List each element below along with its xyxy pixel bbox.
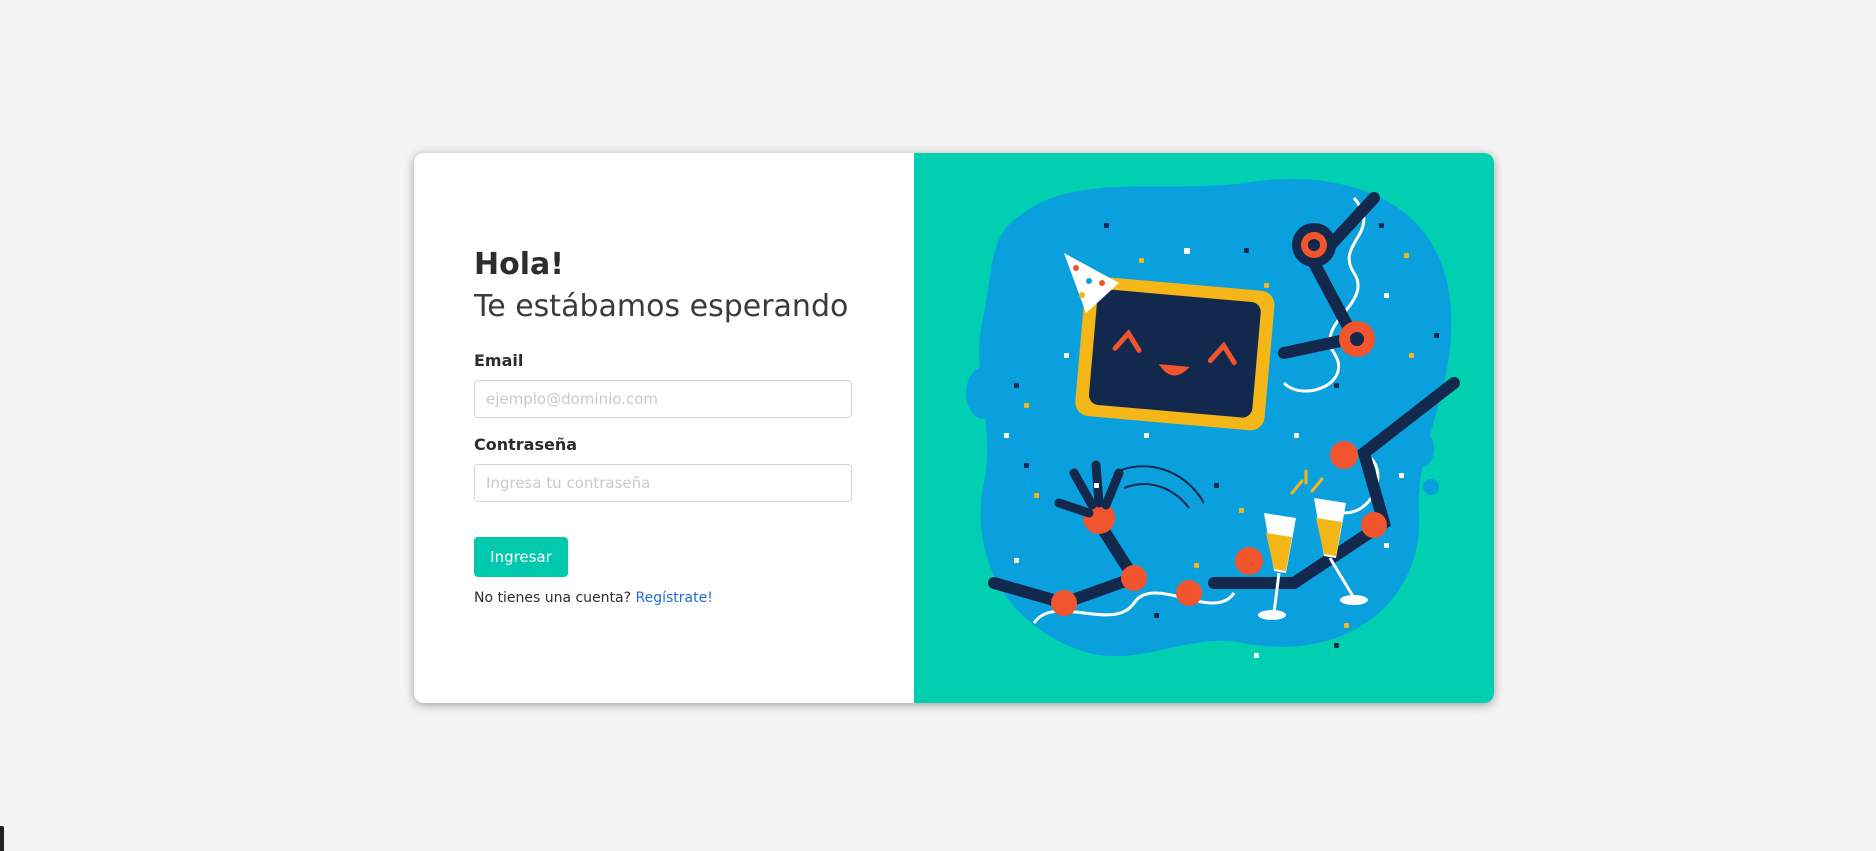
corner-resize-handle [0,826,4,851]
joint-right-2 [1361,512,1387,538]
hat-dot-3 [1079,292,1085,298]
blue-dot-left [966,367,1002,419]
login-button[interactable]: Ingresar [474,537,568,577]
hat-dot-4 [1099,280,1105,286]
blue-dot-small [1423,479,1439,495]
page-subtitle: Te estábamos esperando [474,289,849,324]
login-card: Hola! Te estábamos esperando Email Contr… [414,153,1494,703]
password-field[interactable] [474,464,852,502]
register-prompt: No tienes una cuenta? Regístrate! [474,590,713,606]
blue-dot-right [1410,431,1434,467]
register-link[interactable]: Regístrate! [636,590,713,606]
joint-top-2-core [1350,332,1364,346]
party-robot-illustration [966,178,1460,658]
password-label: Contraseña [474,435,578,454]
joint-right-3 [1235,547,1263,575]
joint-left-2 [1121,565,1147,591]
greeting: Hola! Te estábamos esperando [474,245,848,329]
no-account-text: No tienes una cuenta? [474,590,632,606]
email-label: Email [474,351,524,370]
joint-left-1 [1051,590,1077,616]
illustration-panel [914,153,1494,703]
tv-screen [1088,289,1261,418]
hat-dot-1 [1073,265,1079,271]
joint-right-4 [1176,580,1202,606]
joint-top-1-core [1308,239,1320,251]
page-title: Hola! [474,247,564,282]
hat-dot-2 [1086,278,1092,284]
email-field[interactable] [474,380,852,418]
login-panel: Hola! Te estábamos esperando Email Contr… [414,153,914,703]
tv-robot [1075,276,1275,431]
joint-right-1 [1330,441,1358,469]
